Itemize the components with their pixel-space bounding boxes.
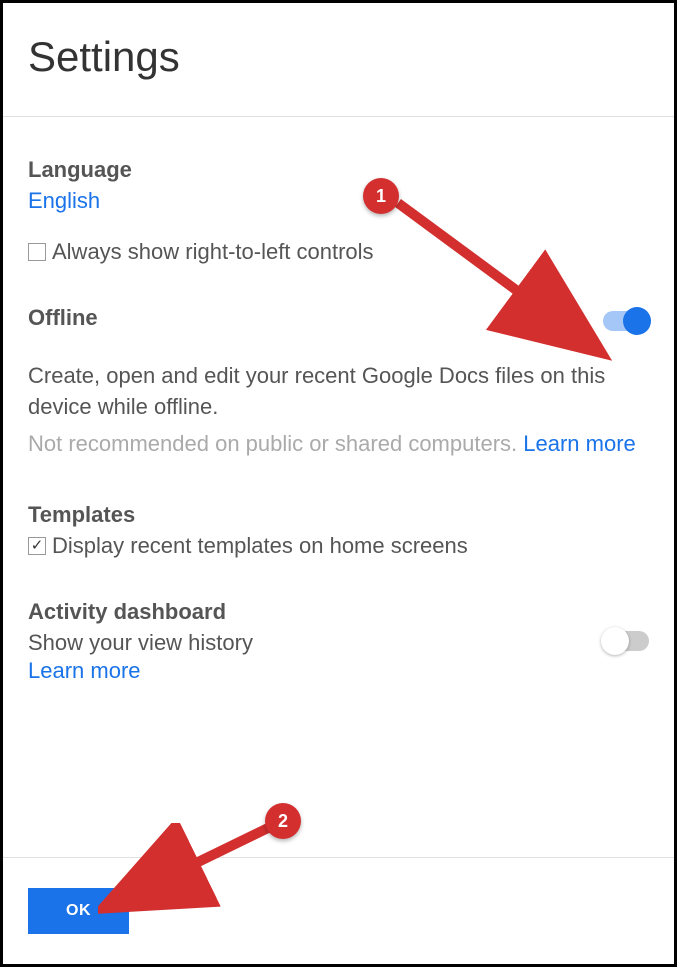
rtl-checkbox[interactable] — [28, 243, 46, 261]
templates-checkbox-row: Display recent templates on home screens — [28, 533, 649, 559]
activity-row: Activity dashboard Show your view histor… — [28, 599, 649, 684]
offline-title: Offline — [28, 305, 98, 331]
activity-description: Show your view history — [28, 630, 253, 656]
annotation-arrow-2 — [98, 823, 278, 923]
page-title: Settings — [28, 33, 649, 81]
language-value-link[interactable]: English — [28, 188, 100, 213]
annotation-badge-1: 1 — [363, 178, 399, 214]
activity-title: Activity dashboard — [28, 599, 253, 625]
templates-section: Templates Display recent templates on ho… — [28, 502, 649, 559]
activity-learn-wrap: Learn more — [28, 658, 253, 684]
offline-description: Create, open and edit your recent Google… — [28, 361, 649, 423]
offline-learn-more-link[interactable]: Learn more — [523, 431, 636, 456]
templates-title: Templates — [28, 502, 649, 528]
activity-section: Activity dashboard Show your view histor… — [28, 599, 649, 684]
settings-header: Settings — [3, 3, 674, 117]
activity-toggle[interactable] — [603, 631, 649, 651]
templates-checkbox[interactable] — [28, 537, 46, 555]
offline-note: Not recommended on public or shared comp… — [28, 431, 649, 457]
annotation-arrow-1 — [393, 193, 623, 368]
annotation-badge-2: 2 — [265, 803, 301, 839]
rtl-checkbox-label: Always show right-to-left controls — [52, 239, 374, 265]
templates-checkbox-label: Display recent templates on home screens — [52, 533, 468, 559]
offline-note-text: Not recommended on public or shared comp… — [28, 431, 523, 456]
activity-left: Activity dashboard Show your view histor… — [28, 599, 253, 684]
activity-learn-more-link[interactable]: Learn more — [28, 658, 141, 683]
language-title: Language — [28, 157, 649, 183]
